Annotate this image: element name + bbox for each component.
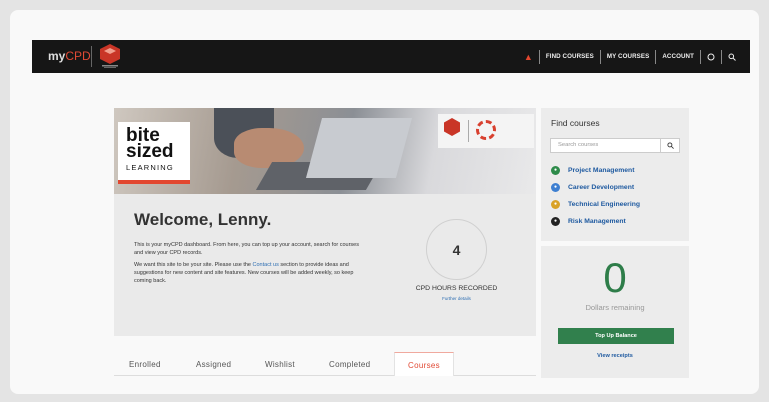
intro-text: This is your myCPD dashboard. From here,… [134, 241, 364, 289]
balance-label: Dollars remaining [585, 303, 645, 312]
category-label: Career Development [568, 183, 635, 191]
search-input[interactable]: Search courses [558, 142, 598, 148]
logo-suffix: CPD [65, 49, 91, 63]
course-search[interactable]: Search courses [550, 138, 680, 153]
view-receipts-link[interactable]: View receipts [541, 353, 689, 359]
tab-wishlist[interactable]: Wishlist [265, 360, 295, 369]
logo-line-2: sized [126, 141, 174, 162]
course-tabs: Enrolled Assigned Wishlist Completed Cou… [114, 352, 536, 376]
partner-logos [438, 114, 534, 148]
gear-icon: ● [551, 199, 560, 209]
cpd-hours-label: CPD HOURS RECORDED [415, 285, 498, 292]
project-icon: ● [551, 165, 560, 175]
cpd-hours-circle: 4 [426, 219, 487, 280]
search-icon [666, 142, 674, 149]
home-icon[interactable]: ▲ [518, 50, 539, 64]
bite-sized-learning-logo: bite sized LEARNING [118, 122, 190, 184]
tab-courses[interactable]: Courses [394, 352, 454, 376]
category-technical-engineering[interactable]: ● Technical Engineering [551, 199, 640, 209]
tab-enrolled[interactable]: Enrolled [129, 360, 161, 369]
nav-find-courses[interactable]: FIND COURSES [538, 49, 600, 64]
intro-paragraph-2: We want this site to be your site. Pleas… [134, 262, 354, 284]
further-details-link[interactable]: Further details [400, 296, 513, 301]
search-icon[interactable] [721, 49, 742, 64]
contact-us-link[interactable]: Contact us [253, 262, 279, 268]
find-courses-title: Find courses [551, 118, 600, 128]
partner-ring-icon [476, 120, 496, 140]
engineers-australia-icon [444, 118, 460, 136]
career-icon: ● [551, 182, 560, 192]
logo-line-3: LEARNING [126, 163, 174, 172]
mycpd-logo[interactable]: myCPD [48, 49, 91, 63]
nav-my-courses[interactable]: MY COURSES [599, 49, 656, 64]
logo-divider [91, 46, 92, 67]
welcome-heading: Welcome, Lenny. [134, 210, 272, 229]
intro-paragraph-1: This is your myCPD dashboard. From here,… [134, 242, 359, 256]
category-label: Risk Management [568, 217, 626, 225]
balance-amount: 0 [603, 254, 627, 301]
cpd-hours-value: 4 [452, 241, 461, 258]
risk-icon: ● [551, 216, 560, 226]
top-up-balance-button[interactable]: Top Up Balance [558, 328, 674, 344]
main-nav: ▲ FIND COURSES MY COURSES ACCOUNT [518, 40, 742, 73]
user-icon[interactable] [700, 49, 721, 64]
engineers-australia-logo-icon [100, 44, 120, 68]
category-project-management[interactable]: ● Project Management [551, 165, 634, 175]
tab-completed[interactable]: Completed [329, 360, 370, 369]
category-label: Technical Engineering [568, 200, 641, 208]
category-career-development[interactable]: ● Career Development [551, 182, 634, 192]
nav-account[interactable]: ACCOUNT [655, 49, 700, 64]
top-nav-bar: myCPD ▲ FIND COURSES MY COURSES ACCOUNT [32, 40, 750, 73]
tab-assigned[interactable]: Assigned [196, 360, 231, 369]
category-risk-management[interactable]: ● Risk Management [551, 216, 626, 226]
search-button[interactable] [660, 139, 679, 152]
logo-prefix: my [48, 49, 66, 63]
category-label: Project Management [568, 166, 635, 174]
